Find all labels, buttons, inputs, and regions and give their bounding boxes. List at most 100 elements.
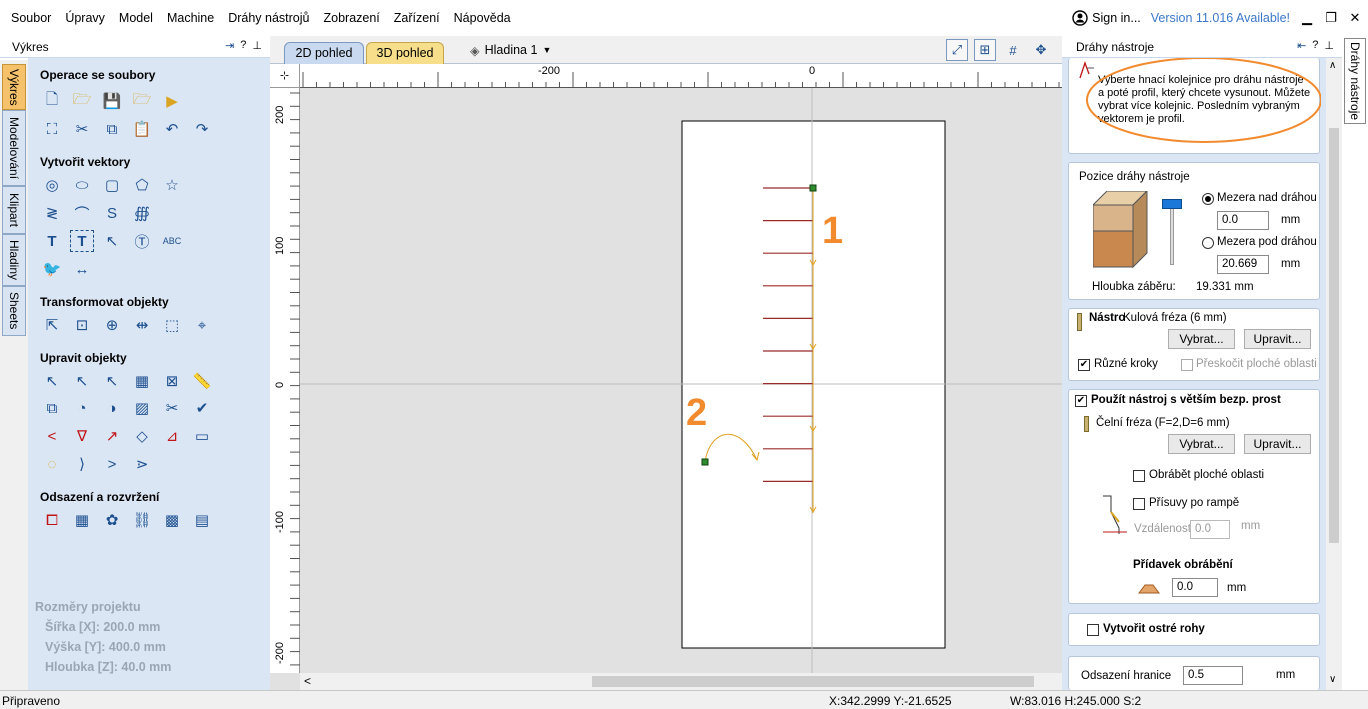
depth-slider[interactable] <box>1162 197 1184 265</box>
pin-icon[interactable]: ⊥ <box>252 39 262 52</box>
bend-text-icon[interactable]: ABC <box>160 230 184 252</box>
measure-icon[interactable]: 📏 <box>190 370 214 392</box>
spline-fit-icon[interactable]: ⋗ <box>130 453 154 475</box>
mirror-icon[interactable]: ⇹ <box>130 314 154 336</box>
menu-upravy[interactable]: Úpravy <box>58 0 112 36</box>
import-icon[interactable]: ▶ <box>160 90 184 112</box>
menu-drahy-nastroju[interactable]: Dráhy nástrojů <box>221 0 316 36</box>
save-icon[interactable]: 💾 <box>100 90 124 112</box>
allowance-input[interactable]: 0.0 <box>1172 578 1218 597</box>
chamfer-icon[interactable]: ∇ <box>70 425 94 447</box>
text-icon[interactable]: T <box>40 230 64 252</box>
pin-arrow-icon[interactable]: ⇤ <box>1297 39 1306 52</box>
new-file-icon[interactable]: 🗋 <box>40 90 64 112</box>
circle-icon[interactable]: ◎ <box>40 174 64 196</box>
sign-in-link[interactable]: Sign in... <box>1072 10 1141 26</box>
zoom-extents-icon[interactable]: ⤢ <box>946 39 968 61</box>
ruler-corner-icon[interactable]: ⊹ <box>270 64 300 88</box>
tab-hladiny[interactable]: Hladiny <box>2 234 26 286</box>
copy-icon[interactable]: ⧉ <box>100 118 124 140</box>
help-icon[interactable]: ? <box>240 39 246 52</box>
transform-select-icon[interactable]: ↖ <box>100 370 124 392</box>
menu-model[interactable]: Model <box>112 0 160 36</box>
undo-icon[interactable]: ↶ <box>160 118 184 140</box>
extend-icon[interactable]: ↗ <box>100 425 124 447</box>
toolpath-scroll-thumb[interactable] <box>1329 128 1339 543</box>
drawing-area[interactable] <box>300 88 1062 673</box>
slider-handle[interactable] <box>1162 199 1182 209</box>
ramp-distance-input[interactable]: 0.0 <box>1190 520 1230 539</box>
group-icon[interactable]: ⊠ <box>160 370 184 392</box>
circular-array-icon[interactable]: ✿ <box>100 509 124 531</box>
scroll-left-icon[interactable]: < <box>304 674 311 688</box>
ellipse-icon[interactable]: ⬭ <box>70 174 94 196</box>
redo-icon[interactable]: ↷ <box>190 118 214 140</box>
move-icon[interactable]: ⇱ <box>40 314 64 336</box>
radio-gap-above[interactable] <box>1202 193 1214 205</box>
skip-flat-checkbox[interactable] <box>1181 359 1193 371</box>
star-icon[interactable]: ☆ <box>160 174 184 196</box>
auto-nest-icon[interactable]: ▤ <box>190 509 214 531</box>
ramp-checkbox[interactable] <box>1133 498 1145 510</box>
arc-icon[interactable]: ⌒ <box>70 202 94 224</box>
machine-flat-checkbox[interactable] <box>1133 470 1145 482</box>
minimize-icon[interactable]: ▁ <box>1300 10 1314 26</box>
intersect-icon[interactable]: ◑ <box>100 397 124 419</box>
curve-icon[interactable]: S <box>100 202 124 224</box>
menu-soubor[interactable]: Soubor <box>0 0 58 36</box>
tab-2d-view[interactable]: 2D pohled <box>284 42 364 64</box>
larger-tool-edit-button[interactable]: Upravit... <box>1244 434 1311 454</box>
menu-napoveda[interactable]: Nápověda <box>447 0 518 36</box>
trim-icon[interactable]: ▨ <box>130 397 154 419</box>
tool-select-button[interactable]: Vybrat... <box>1168 329 1235 349</box>
drawing-canvas[interactable]: ⊹ -200 0 200 100 0 -100 -200 1 2 < <box>270 64 1062 690</box>
help-icon[interactable]: ? <box>1312 39 1318 52</box>
curve-fit-icon[interactable]: ◌ <box>40 453 64 475</box>
fillet-icon[interactable]: < <box>40 425 64 447</box>
distort-icon[interactable]: ⬚ <box>160 314 184 336</box>
zoom-selection-icon[interactable]: ⊞ <box>974 39 996 61</box>
line-fit-icon[interactable]: > <box>100 453 124 475</box>
horizontal-scrollbar[interactable]: < <box>300 673 1062 690</box>
rotate-icon[interactable]: ⊕ <box>100 314 124 336</box>
tab-sheets[interactable]: Sheets <box>2 286 26 336</box>
use-larger-tool-checkbox[interactable]: ✔ <box>1075 395 1087 407</box>
tool-edit-button[interactable]: Upravit... <box>1244 329 1311 349</box>
close-icon[interactable]: ✕ <box>1348 10 1362 26</box>
larger-tool-select-button[interactable]: Vybrat... <box>1168 434 1235 454</box>
paste-icon[interactable]: 📋 <box>130 118 154 140</box>
polygon-icon[interactable]: ⬠ <box>130 174 154 196</box>
join-icon[interactable]: ⊿ <box>160 425 184 447</box>
layer-selector[interactable]: ◈ Hladina 1 ▼ <box>470 40 551 60</box>
horizontal-scroll-thumb[interactable] <box>592 676 1034 687</box>
rectangle-icon[interactable]: ▢ <box>100 174 124 196</box>
copy-along-vector-icon[interactable]: ⛓ <box>130 509 154 531</box>
pan-icon[interactable]: ✥ <box>1030 39 1052 61</box>
tab-vykres[interactable]: Výkres <box>2 64 26 110</box>
bitmap-trace-icon[interactable]: 🐦 <box>40 258 64 280</box>
tab-3d-view[interactable]: 3D pohled <box>366 42 444 64</box>
subtract-icon[interactable]: ◔ <box>70 397 94 419</box>
polyline-icon[interactable]: ≷ <box>40 202 64 224</box>
multi-steps-checkbox[interactable]: ✔ <box>1078 359 1090 371</box>
open-folder-alt-icon[interactable]: 🗁 <box>130 90 154 112</box>
gap-above-input[interactable]: 0.0 <box>1217 211 1269 230</box>
nesting-icon[interactable]: ▩ <box>160 509 184 531</box>
align-icon[interactable]: ⌖ <box>190 314 214 336</box>
check-vectors-icon[interactable]: ✔ <box>190 397 214 419</box>
pin-icon[interactable]: ⊥ <box>1324 39 1334 52</box>
spiral-icon[interactable]: ∰ <box>130 202 154 224</box>
pin-arrow-icon[interactable]: ⇥ <box>225 39 234 52</box>
text-on-curve-icon[interactable]: ↖ <box>100 230 124 252</box>
offset-icon[interactable]: ⧠ <box>40 509 64 531</box>
auto-layout-text-icon[interactable]: Ⓣ <box>130 230 154 252</box>
arc-fit-icon[interactable]: ⟩ <box>70 453 94 475</box>
menu-zarizeni[interactable]: Zařízení <box>387 0 447 36</box>
close-vector-icon[interactable]: ◇ <box>130 425 154 447</box>
text-frame-icon[interactable]: T <box>70 230 94 252</box>
sharp-corners-checkbox[interactable] <box>1087 624 1099 636</box>
restore-icon[interactable]: ❐ <box>1324 10 1338 26</box>
select-icon[interactable]: ↖ <box>40 370 64 392</box>
tab-modelovani[interactable]: Modelování <box>2 110 26 186</box>
menu-zobrazeni[interactable]: Zobrazení <box>317 0 387 36</box>
